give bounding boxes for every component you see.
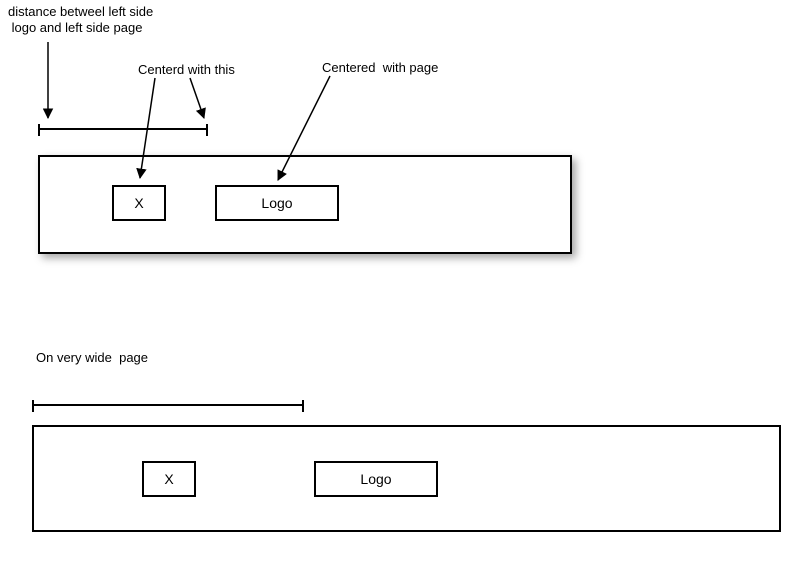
logo-box-wide: Logo xyxy=(314,461,438,497)
page-narrow: X Logo xyxy=(38,155,572,254)
centered-with-annotation: Centerd with this xyxy=(138,62,235,78)
logo-box-wide-label: Logo xyxy=(360,471,391,487)
centered-page-annotation: Centered with page xyxy=(322,60,438,76)
logo-box-narrow: Logo xyxy=(215,185,339,221)
dimension-bar-wide xyxy=(32,404,304,406)
x-box-wide: X xyxy=(142,461,196,497)
x-box-wide-label: X xyxy=(164,471,173,487)
wide-page-caption: On very wide page xyxy=(36,350,148,366)
left-gap-annotation: distance betweel left side logo and left… xyxy=(8,4,153,37)
x-box-narrow-label: X xyxy=(134,195,143,211)
page-wide: X Logo xyxy=(32,425,781,532)
dimension-bar-top xyxy=(38,128,208,130)
arrow-centered-with xyxy=(190,78,204,118)
x-box-narrow: X xyxy=(112,185,166,221)
logo-box-narrow-label: Logo xyxy=(261,195,292,211)
